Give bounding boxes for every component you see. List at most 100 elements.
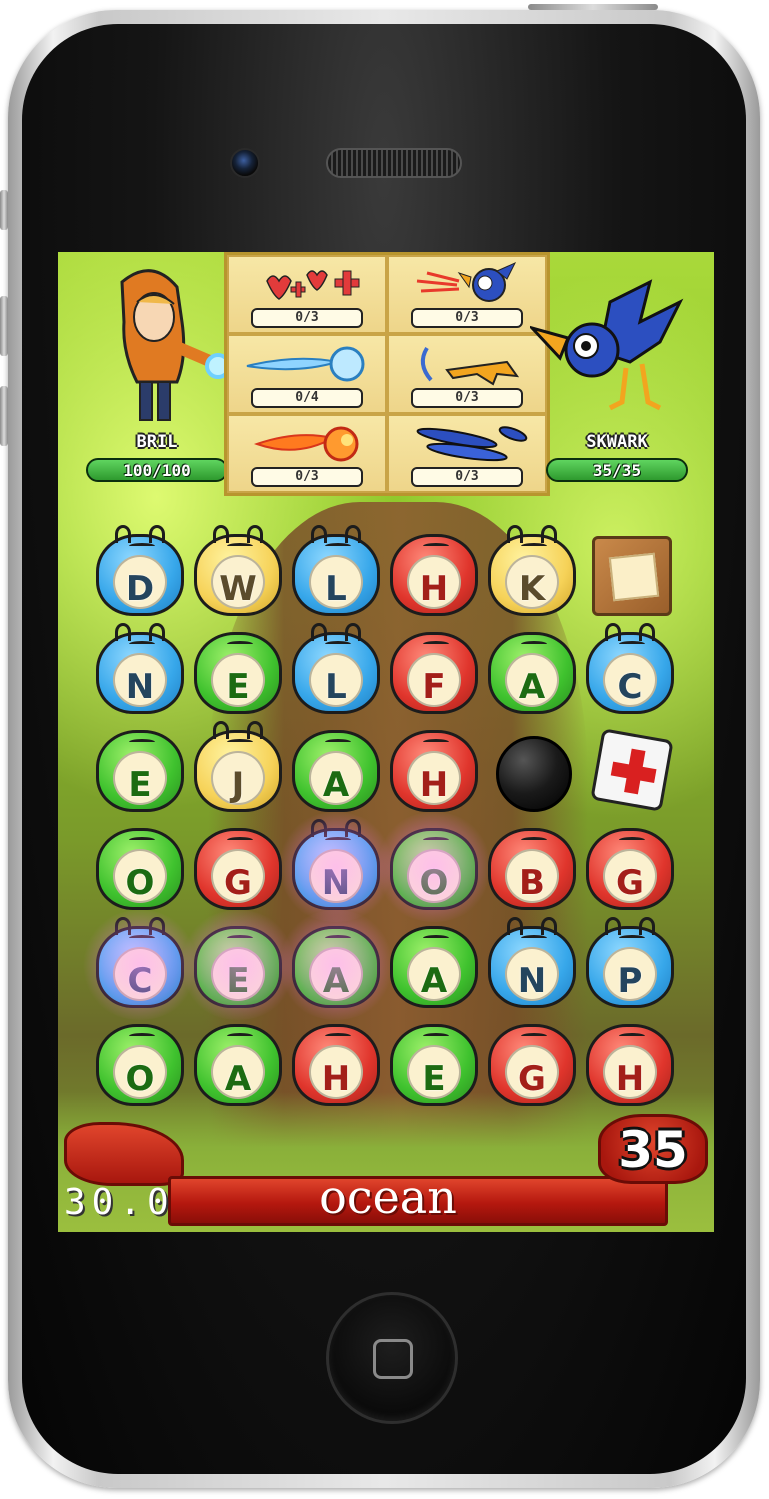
letter-tile[interactable]: N bbox=[486, 917, 578, 1010]
letter-tile[interactable]: G bbox=[486, 1018, 578, 1108]
blob-ear-l bbox=[311, 623, 327, 641]
blob-eyes bbox=[619, 837, 645, 843]
green-blob-icon: O bbox=[96, 828, 184, 910]
blob-eyes bbox=[619, 1033, 645, 1039]
green-blob-icon: E bbox=[194, 926, 282, 1008]
blob-eyes bbox=[129, 935, 155, 941]
bomb-icon bbox=[496, 736, 572, 812]
spell-slot-feathers[interactable]: 0/3 bbox=[387, 413, 547, 493]
spell-slot-claw[interactable]: 0/3 bbox=[387, 334, 547, 414]
spell-slot-bird-fire[interactable]: 0/3 bbox=[387, 255, 547, 335]
score-text: 35 bbox=[618, 1121, 688, 1179]
letter-tile[interactable]: D bbox=[94, 525, 186, 618]
letter-tile[interactable]: L bbox=[290, 623, 382, 716]
special-tile-bomb[interactable] bbox=[486, 724, 578, 814]
blob-belly bbox=[309, 947, 363, 1001]
green-blob-icon: O bbox=[96, 1024, 184, 1106]
letter-tile[interactable]: A bbox=[192, 1018, 284, 1108]
enemy-bird-icon bbox=[530, 279, 684, 411]
letter-tile[interactable]: B bbox=[486, 822, 578, 912]
letter-tile[interactable]: H bbox=[388, 724, 480, 814]
letter-tile[interactable]: E bbox=[388, 1018, 480, 1108]
spell-count: 0/4 bbox=[251, 387, 363, 408]
spell-slot-ice[interactable]: 0/4 bbox=[227, 334, 387, 414]
letter-tile[interactable]: C bbox=[584, 623, 676, 716]
blob-ear-r bbox=[639, 917, 655, 935]
blob-eyes bbox=[227, 1033, 253, 1039]
player-panel: BRIL 100/100 bbox=[82, 252, 232, 492]
letter-tile[interactable]: N bbox=[94, 623, 186, 716]
current-word[interactable]: ocean bbox=[168, 1170, 608, 1224]
letter-tile[interactable]: A bbox=[276, 910, 396, 1020]
letter-tile[interactable]: A bbox=[486, 626, 578, 716]
tile-letter: G bbox=[224, 863, 252, 903]
blob-ear-r bbox=[639, 623, 655, 641]
green-blob-icon: E bbox=[390, 1024, 478, 1106]
letter-tile[interactable]: H bbox=[388, 528, 480, 618]
letter-tile[interactable]: H bbox=[290, 1018, 382, 1108]
spell-count: 0/3 bbox=[251, 308, 363, 329]
tile-letter: N bbox=[517, 961, 547, 1001]
earpiece-speaker-icon bbox=[326, 148, 462, 178]
letter-tile[interactable]: E bbox=[94, 724, 186, 814]
letter-tile[interactable]: P bbox=[584, 917, 676, 1010]
letter-tile[interactable]: J bbox=[192, 721, 284, 814]
tile-letter: H bbox=[419, 569, 449, 609]
blob-eyes bbox=[423, 543, 449, 549]
blob-ear-r bbox=[149, 623, 165, 641]
tile-letter: L bbox=[325, 569, 347, 609]
bird-fire-icon bbox=[416, 261, 517, 302]
letter-tile[interactable]: O bbox=[94, 1018, 186, 1108]
blob-ear-r bbox=[345, 623, 361, 641]
letter-tile[interactable]: G bbox=[192, 822, 284, 912]
blob-ear-r bbox=[149, 917, 165, 935]
spell-count: 0/3 bbox=[411, 308, 523, 329]
tile-letter: O bbox=[419, 863, 449, 903]
score-badge: 35 bbox=[598, 1114, 708, 1184]
enemy-panel: SKWARK 35/35 bbox=[530, 252, 692, 492]
tile-letter: A bbox=[420, 961, 448, 1001]
enemy-hp-bar: 35/35 bbox=[546, 458, 688, 482]
blob-ear-l bbox=[605, 623, 621, 641]
letter-board: D W L H K N E L F A C E J A H O G N O B G C E A A N P O A H E G H bbox=[80, 525, 682, 1118]
tile-letter: A bbox=[322, 961, 350, 1001]
letter-tile[interactable]: O bbox=[374, 812, 494, 922]
letter-tile[interactable]: C bbox=[80, 910, 200, 1020]
special-tile-scroll[interactable] bbox=[584, 528, 676, 618]
red-blob-icon: H bbox=[390, 534, 478, 616]
blob-eyes bbox=[521, 641, 547, 647]
letter-tile[interactable]: A bbox=[388, 920, 480, 1010]
blue-blob-icon: C bbox=[96, 917, 184, 1008]
letter-tile[interactable]: W bbox=[192, 525, 284, 618]
letter-tile[interactable]: E bbox=[178, 910, 298, 1020]
yellow-blob-icon: J bbox=[194, 721, 282, 812]
special-tile-medkit[interactable] bbox=[584, 724, 676, 814]
letter-tile[interactable]: N bbox=[276, 812, 396, 922]
green-blob-icon: O bbox=[390, 828, 478, 910]
blob-ear-l bbox=[115, 525, 131, 543]
letter-tile[interactable]: A bbox=[290, 724, 382, 814]
green-blob-icon: A bbox=[488, 632, 576, 714]
spell-slot-fireball[interactable]: 0/3 bbox=[227, 413, 387, 493]
spell-slot-heal[interactable]: 0/3 bbox=[227, 255, 387, 335]
blue-blob-icon: N bbox=[292, 819, 380, 910]
home-button[interactable] bbox=[326, 1292, 458, 1424]
power-button bbox=[528, 4, 658, 10]
letter-tile[interactable]: E bbox=[192, 626, 284, 716]
tile-letter: J bbox=[231, 765, 245, 805]
letter-tile[interactable]: H bbox=[584, 1018, 676, 1108]
letter-tile[interactable]: K bbox=[486, 525, 578, 618]
tile-letter: G bbox=[616, 863, 644, 903]
blob-eyes bbox=[129, 641, 155, 647]
letter-tile[interactable]: L bbox=[290, 525, 382, 618]
green-blob-icon: A bbox=[292, 730, 380, 812]
letter-tile[interactable]: F bbox=[388, 626, 480, 716]
tile-letter: E bbox=[422, 1059, 446, 1099]
blob-eyes bbox=[423, 641, 449, 647]
blob-eyes bbox=[325, 1033, 351, 1039]
blob-ear-r bbox=[247, 721, 263, 739]
letter-tile[interactable]: O bbox=[94, 822, 186, 912]
red-blob-icon: H bbox=[390, 730, 478, 812]
blob-eyes bbox=[325, 641, 351, 647]
letter-tile[interactable]: G bbox=[584, 822, 676, 912]
